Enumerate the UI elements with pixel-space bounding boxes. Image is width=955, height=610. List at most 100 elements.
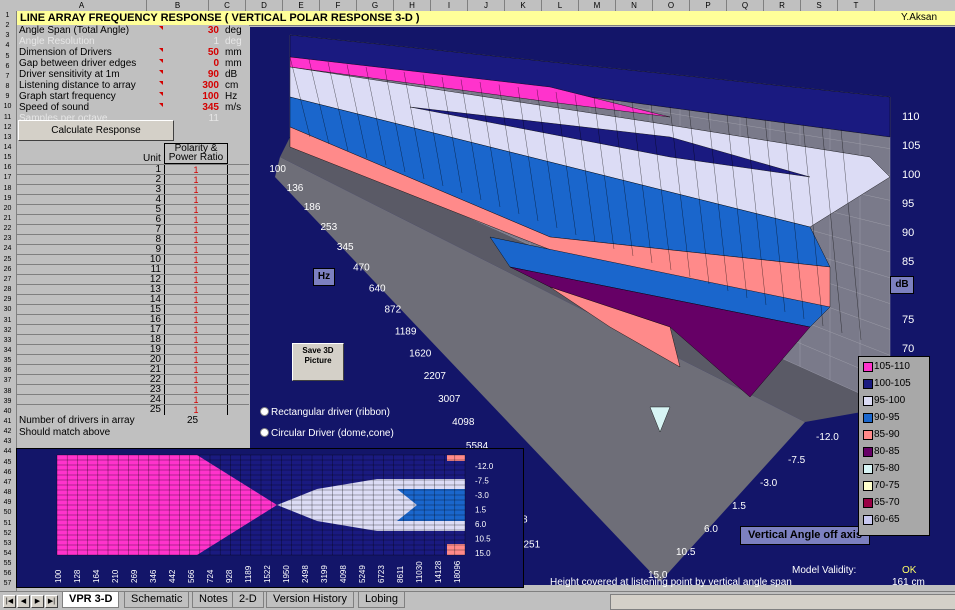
rectangular-driver-radio[interactable]: Rectangular driver (ribbon) [260, 407, 390, 418]
column-header-i[interactable]: I [431, 0, 468, 11]
row-header-24[interactable]: 24 [0, 244, 15, 254]
param-value[interactable]: 11 [209, 113, 219, 124]
row-header-16[interactable]: 16 [0, 163, 15, 173]
column-header-b[interactable]: B [147, 0, 209, 11]
row-header-50[interactable]: 50 [0, 508, 15, 518]
row-header-39[interactable]: 39 [0, 397, 15, 407]
column-header-e[interactable]: E [283, 0, 320, 11]
row-header-56[interactable]: 56 [0, 569, 15, 579]
row-header-14[interactable]: 14 [0, 143, 15, 153]
row-header-6[interactable]: 6 [0, 62, 15, 72]
row-header-3[interactable]: 3 [0, 31, 15, 41]
row-header-7[interactable]: 7 [0, 72, 15, 82]
row-header-8[interactable]: 8 [0, 82, 15, 92]
row-header-35[interactable]: 35 [0, 356, 15, 366]
row-header-12[interactable]: 12 [0, 123, 15, 133]
column-header-j[interactable]: J [468, 0, 505, 11]
column-header-c[interactable]: C [209, 0, 246, 11]
row-header-5[interactable]: 5 [0, 52, 15, 62]
row-header-57[interactable]: 57 [0, 579, 15, 589]
row-header-30[interactable]: 30 [0, 305, 15, 315]
row-header-31[interactable]: 31 [0, 316, 15, 326]
row-header-55[interactable]: 55 [0, 559, 15, 569]
row-header-54[interactable]: 54 [0, 549, 15, 559]
column-header-p[interactable]: P [690, 0, 727, 11]
param-value[interactable]: 300 [202, 80, 219, 91]
tab-2-d[interactable]: 2-D [232, 592, 264, 608]
row-header-38[interactable]: 38 [0, 387, 15, 397]
row-header-29[interactable]: 29 [0, 295, 15, 305]
column-header-h[interactable]: H [394, 0, 431, 11]
row-header-49[interactable]: 49 [0, 498, 15, 508]
row-header-18[interactable]: 18 [0, 184, 15, 194]
row-header-15[interactable]: 15 [0, 153, 15, 163]
next-sheet-button[interactable]: ▶ [31, 595, 44, 608]
column-header-q[interactable]: Q [727, 0, 764, 11]
circular-driver-radio[interactable]: Circular Driver (dome,cone) [260, 428, 394, 439]
row-header-4[interactable]: 4 [0, 41, 15, 51]
row-header-41[interactable]: 41 [0, 417, 15, 427]
row-header-45[interactable]: 45 [0, 458, 15, 468]
column-header-t[interactable]: T [838, 0, 875, 11]
tab-vpr-3-d[interactable]: VPR 3-D [62, 592, 120, 608]
row-header-32[interactable]: 32 [0, 326, 15, 336]
row-header-11[interactable]: 11 [0, 113, 15, 123]
param-value[interactable]: 90 [208, 69, 219, 80]
column-header-o[interactable]: O [653, 0, 690, 11]
row-header-34[interactable]: 34 [0, 346, 15, 356]
row-header-51[interactable]: 51 [0, 519, 15, 529]
polar-2d-heatmap[interactable]: -12.0 -7.5 -3.0 1.5 6.0 10.5 15.0 100 128 164 210 2… [16, 448, 524, 588]
param-value[interactable]: 345 [202, 102, 219, 113]
row-header-9[interactable]: 9 [0, 92, 15, 102]
row-header-25[interactable]: 25 [0, 255, 15, 265]
param-value[interactable]: 30 [208, 25, 219, 36]
row-header-2[interactable]: 2 [0, 21, 15, 31]
param-value[interactable]: 50 [208, 47, 219, 58]
save-3d-picture-button[interactable]: Save 3D Picture [292, 343, 344, 381]
column-header-g[interactable]: G [357, 0, 394, 11]
prev-sheet-button[interactable]: ◀ [17, 595, 30, 608]
row-header-26[interactable]: 26 [0, 265, 15, 275]
row-header-43[interactable]: 43 [0, 437, 15, 447]
param-value[interactable]: 1 [213, 36, 219, 47]
row-header-10[interactable]: 10 [0, 102, 15, 112]
row-header-28[interactable]: 28 [0, 285, 15, 295]
param-value[interactable]: 0 [213, 58, 219, 69]
row-header-53[interactable]: 53 [0, 539, 15, 549]
tab-version-history[interactable]: Version History [266, 592, 354, 608]
row-header-46[interactable]: 46 [0, 468, 15, 478]
row-header-1[interactable]: 1 [0, 11, 15, 21]
row-header-47[interactable]: 47 [0, 478, 15, 488]
row-header-13[interactable]: 13 [0, 133, 15, 143]
row-header-20[interactable]: 20 [0, 204, 15, 214]
row-header-27[interactable]: 27 [0, 275, 15, 285]
row-header-19[interactable]: 19 [0, 194, 15, 204]
column-header-s[interactable]: S [801, 0, 838, 11]
column-header-d[interactable]: D [246, 0, 283, 11]
row-header-40[interactable]: 40 [0, 407, 15, 417]
row-header-42[interactable]: 42 [0, 427, 15, 437]
row-header-22[interactable]: 22 [0, 224, 15, 234]
param-value[interactable]: 100 [202, 91, 219, 102]
column-header-m[interactable]: M [579, 0, 616, 11]
last-sheet-button[interactable]: ▶| [45, 595, 58, 608]
first-sheet-button[interactable]: |◀ [3, 595, 16, 608]
row-header-21[interactable]: 21 [0, 214, 15, 224]
row-header-36[interactable]: 36 [0, 366, 15, 376]
row-header-17[interactable]: 17 [0, 173, 15, 183]
column-header-a[interactable]: A [17, 0, 147, 11]
tab-lobing[interactable]: Lobing [358, 592, 406, 608]
tab-schematic[interactable]: Schematic [124, 592, 190, 608]
tab-notes[interactable]: Notes [192, 592, 235, 608]
row-header-52[interactable]: 52 [0, 529, 15, 539]
column-header-l[interactable]: L [542, 0, 579, 11]
column-header-k[interactable]: K [505, 0, 542, 11]
row-header-44[interactable]: 44 [0, 447, 15, 457]
row-header-23[interactable]: 23 [0, 234, 15, 244]
horizontal-scrollbar[interactable] [610, 594, 955, 610]
column-header-f[interactable]: F [320, 0, 357, 11]
column-header-n[interactable]: N [616, 0, 653, 11]
calculate-response-button[interactable]: Calculate Response [18, 120, 174, 141]
column-header-r[interactable]: R [764, 0, 801, 11]
row-header-33[interactable]: 33 [0, 336, 15, 346]
